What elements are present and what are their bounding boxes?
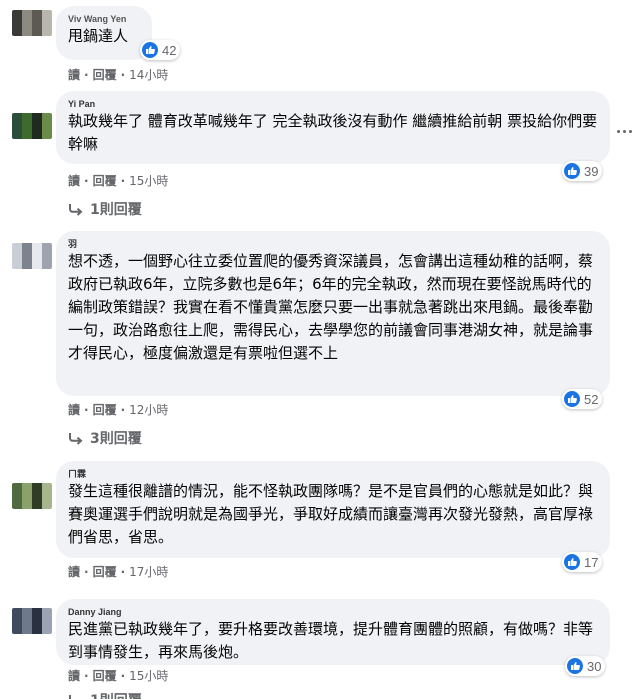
reaction-summary[interactable]: 52 — [562, 389, 603, 409]
like-icon — [564, 391, 580, 407]
like-icon — [564, 163, 580, 179]
separator: · — [120, 173, 126, 188]
like-icon — [142, 42, 158, 58]
comment-text: 想不透，一個野心往立委位置爬的優秀資深議員，怎會講出這種幼稚的話啊，蔡政府已執政… — [68, 252, 594, 362]
comment-timestamp[interactable]: 15小時 — [129, 172, 168, 189]
comment-author[interactable]: Yi Pan — [68, 98, 598, 110]
replies-label: 1則回覆 — [90, 202, 142, 218]
comment-actions: 讀 · 回覆 · 15小時 — [68, 172, 168, 189]
avatar[interactable] — [12, 243, 52, 269]
comment-timestamp[interactable]: 14小時 — [129, 66, 168, 83]
avatar[interactable] — [12, 608, 52, 634]
comment-actions: 讀 · 回覆 · 14小時 — [68, 66, 168, 83]
comment-timestamp[interactable]: 12小時 — [129, 401, 168, 418]
reply-button[interactable]: 回覆 — [93, 172, 117, 189]
replies-label: 1則回覆 — [90, 690, 142, 699]
read-button[interactable]: 讀 — [68, 667, 80, 684]
separator: · — [120, 668, 126, 683]
reaction-summary[interactable]: 42 — [140, 40, 181, 60]
comment-author[interactable]: ㄇ霖 — [68, 468, 598, 480]
like-icon — [567, 658, 583, 674]
replies-label: 3則回覆 — [90, 431, 142, 447]
comment-bubble: Danny Jiang 民進黨已執政幾年了，要升格要改善環境，提升體育團體的照顧… — [56, 599, 610, 665]
comment-text: 發生這種很離譜的情況，能不怪執政團隊嗎？是不是官員們的心態就是如此？與賽奧運選手… — [68, 482, 594, 546]
comment-bubble: 羽 想不透，一個野心往立委位置爬的優秀資深議員，怎會講出這種幼稚的話啊，蔡政府已… — [56, 231, 610, 396]
reaction-count: 39 — [584, 163, 599, 179]
separator: · — [120, 402, 126, 417]
comment-author[interactable]: 羽 — [68, 238, 598, 250]
reaction-count: 52 — [584, 391, 599, 407]
reply-button[interactable]: 回覆 — [93, 563, 117, 580]
reply-button[interactable]: 回覆 — [93, 66, 117, 83]
avatar[interactable] — [12, 483, 52, 509]
reaction-count: 42 — [162, 42, 177, 58]
reply-arrow-icon — [69, 433, 83, 445]
comment-author[interactable]: Viv Wang Yen — [68, 13, 140, 25]
more-options-icon[interactable] — [614, 126, 634, 136]
comment-actions: 讀 · 回覆 · 15小時 — [68, 667, 168, 684]
reply-button[interactable]: 回覆 — [93, 667, 117, 684]
read-button[interactable]: 讀 — [68, 563, 80, 580]
comment-timestamp[interactable]: 15小時 — [129, 667, 168, 684]
separator: · — [84, 173, 89, 188]
separator: · — [120, 67, 126, 82]
comment-text: 民進黨已執政幾年了，要升格要改善環境，提升體育團體的照顧，有做嗎？非等到事情發生… — [68, 620, 594, 661]
comment-text: 甩鍋達人 — [68, 27, 129, 45]
separator: · — [84, 402, 89, 417]
separator: · — [84, 564, 89, 579]
separator: · — [84, 67, 89, 82]
avatar[interactable] — [12, 10, 52, 36]
reaction-summary[interactable]: 30 — [565, 656, 606, 676]
comment-bubble: Viv Wang Yen 甩鍋達人 — [56, 6, 152, 60]
separator: · — [84, 668, 89, 683]
separator: · — [120, 564, 126, 579]
comment-actions: 讀 · 回覆 · 17小時 — [68, 563, 168, 580]
reaction-count: 17 — [584, 554, 599, 570]
read-button[interactable]: 讀 — [68, 172, 80, 189]
view-replies-button[interactable]: 1則回覆 — [68, 690, 142, 699]
reply-arrow-icon — [69, 695, 79, 699]
reply-button[interactable]: 回覆 — [93, 401, 117, 418]
reaction-summary[interactable]: 17 — [562, 552, 603, 572]
comment-actions: 讀 · 回覆 · 12小時 — [68, 401, 168, 418]
view-replies-button[interactable]: 1則回覆 — [68, 199, 142, 219]
avatar[interactable] — [12, 113, 52, 139]
like-icon — [564, 554, 580, 570]
reply-arrow-icon — [69, 204, 83, 216]
comment-timestamp[interactable]: 17小時 — [129, 563, 168, 580]
comment-bubble: ㄇ霖 發生這種很離譜的情況，能不怪執政團隊嗎？是不是官員們的心態就是如此？與賽奧… — [56, 461, 610, 558]
comment-text: 執政幾年了 體育改革喊幾年了 完全執政後沒有動作 繼續推給前朝 票投給你們要幹嘛 — [68, 112, 598, 153]
reaction-summary[interactable]: 39 — [562, 161, 603, 181]
read-button[interactable]: 讀 — [68, 401, 80, 418]
comment-bubble: Yi Pan 執政幾年了 體育改革喊幾年了 完全執政後沒有動作 繼續推給前朝 票… — [56, 91, 610, 164]
read-button[interactable]: 讀 — [68, 66, 80, 83]
comment-author[interactable]: Danny Jiang — [68, 606, 598, 618]
reaction-count: 30 — [587, 658, 602, 674]
view-replies-button[interactable]: 3則回覆 — [68, 428, 142, 448]
